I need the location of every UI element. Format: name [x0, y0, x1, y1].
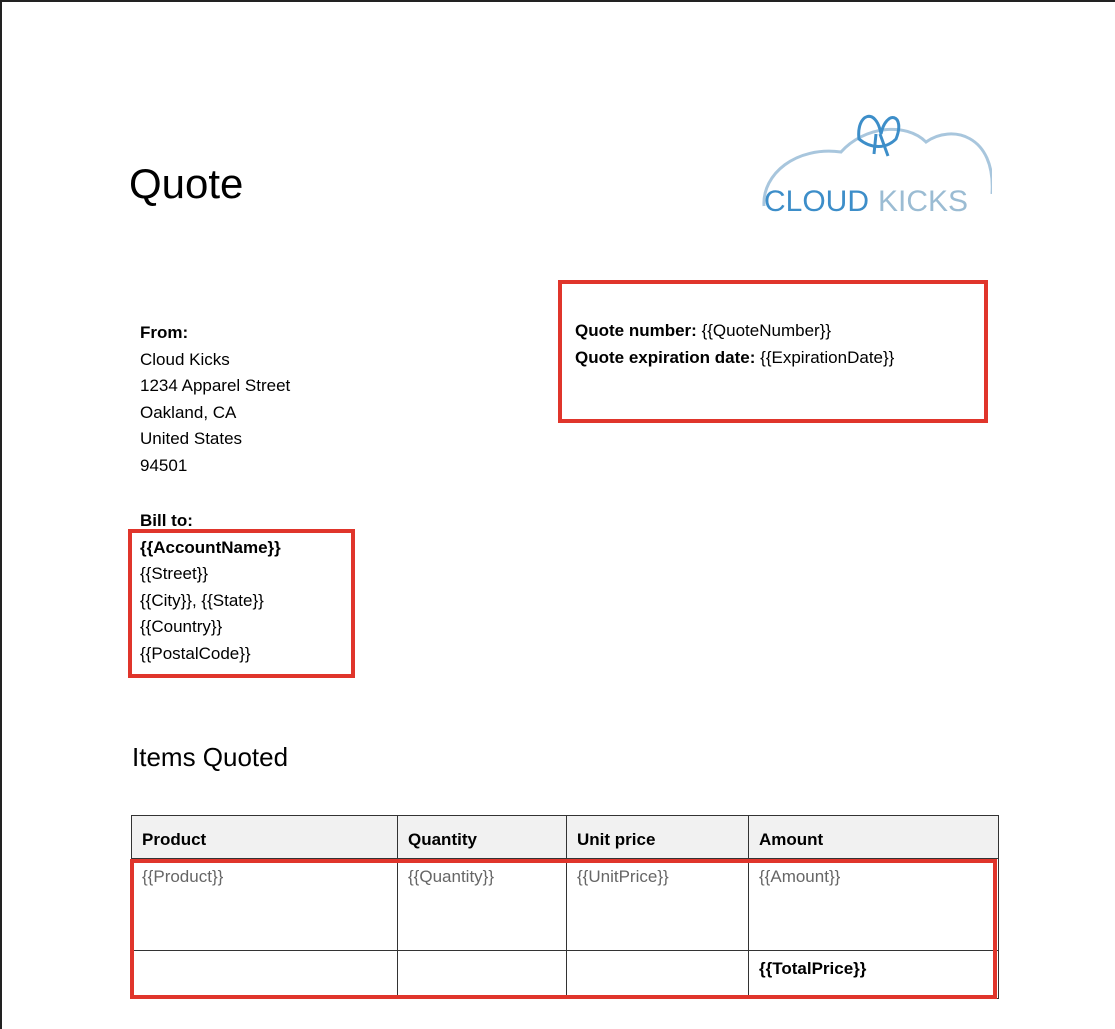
quote-number-label: Quote number: [575, 321, 697, 340]
header-amount: Amount [748, 815, 999, 859]
quote-expiry-label: Quote expiration date: [575, 347, 756, 367]
from-address: From: Cloud Kicks 1234 Apparel Street Oa… [140, 320, 290, 479]
from-line: Cloud Kicks [140, 349, 230, 369]
from-line: United States [140, 429, 243, 448]
header-quantity: Quantity [397, 815, 567, 859]
from-label: From: [140, 323, 189, 342]
bill-to-highlight [128, 529, 355, 678]
svg-text:KICKS: KICKS [878, 185, 968, 218]
from-line: 1234 Apparel Street [140, 376, 291, 395]
quote-number-value: {{QuoteNumber}} [696, 321, 832, 340]
svg-text:CLOUD: CLOUD [764, 185, 869, 218]
from-line: 94501 [140, 455, 188, 475]
header-unit-price: Unit price [566, 815, 749, 859]
quote-info: Quote number: {{QuoteNumber}} Quote expi… [575, 318, 894, 371]
from-line: Oakland, CA [140, 402, 237, 422]
quote-expiry-line: Quote expiration date: {{ExpirationDate}… [575, 345, 894, 372]
header-product: Product [131, 815, 398, 859]
quote-number-line: Quote number: {{QuoteNumber}} [575, 318, 894, 345]
items-highlight [130, 859, 997, 999]
items-heading: Items Quoted [132, 742, 289, 772]
table-header-row: Product Quantity Unit price Amount [131, 815, 999, 859]
quote-expiry-value: {{ExpirationDate}} [755, 347, 895, 367]
cloudkicks-logo: CLOUD KICKS [756, 94, 994, 224]
document-title: Quote [129, 160, 244, 207]
document-page: Quote CLOUD KICKS From: Cloud Kicks 1234… [0, 0, 1115, 1029]
